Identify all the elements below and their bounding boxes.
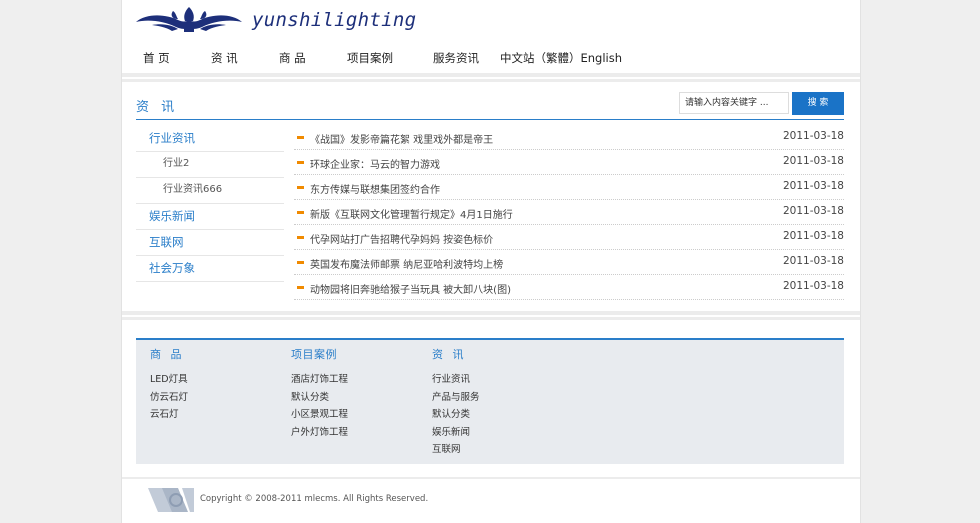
- bullet-icon: [297, 211, 304, 214]
- list-item: 环球企业家：马云的智力游戏 2011-03-18: [294, 150, 844, 175]
- article-list: 《战国》发影帝篇花絮 戏里戏外都是帝王 2011-03-18 环球企业家：马云的…: [294, 125, 844, 300]
- list-item: 英国发布魔法师邮票 纳尼亚哈利波特均上榜 2011-03-18: [294, 250, 844, 275]
- search-input[interactable]: 请输入内容关键字 ...: [679, 92, 789, 114]
- article-title-link[interactable]: 代孕网站打广告招聘代孕妈妈 按姿色标价: [310, 231, 493, 246]
- divider: [122, 311, 860, 315]
- bullet-icon: [297, 186, 304, 189]
- article-title-link[interactable]: 新版《互联网文化管理暂行规定》4月1日施行: [310, 206, 513, 221]
- footer-link[interactable]: 互联网: [432, 441, 480, 459]
- site-logo[interactable]: yunshilighting: [134, 5, 416, 35]
- nav-home[interactable]: 首 页: [143, 50, 170, 66]
- footer-link[interactable]: 娱乐新闻: [432, 424, 480, 442]
- footer-link[interactable]: 默认分类: [432, 406, 480, 424]
- nav-services[interactable]: 服务资讯: [433, 50, 479, 66]
- divider: [122, 73, 860, 77]
- sidebar-item[interactable]: 社会万象: [136, 256, 284, 282]
- article-date: 2011-03-18: [782, 155, 844, 167]
- nav-projects[interactable]: 项目案例: [347, 50, 393, 66]
- article-title-link[interactable]: 环球企业家：马云的智力游戏: [310, 156, 440, 171]
- article-date: 2011-03-18: [782, 280, 844, 292]
- footer-column-news: 资 讯 行业资讯 产品与服务 默认分类 娱乐新闻 互联网: [432, 346, 480, 459]
- footer-column-projects: 项目案例 酒店灯饰工程 默认分类 小区景观工程 户外灯饰工程: [291, 346, 348, 441]
- bullet-icon: [297, 261, 304, 264]
- divider: [122, 79, 860, 82]
- footer-link[interactable]: 小区景观工程: [291, 406, 348, 424]
- list-item: 动物园将旧奔驰给猴子当玩具 被大卸八块(图) 2011-03-18: [294, 275, 844, 300]
- sidebar-subitem[interactable]: 行业资讯666: [136, 178, 284, 204]
- list-item: 《战国》发影帝篇花絮 戏里戏外都是帝王 2011-03-18: [294, 125, 844, 150]
- footer-column-title: 项目案例: [291, 348, 337, 361]
- nav-news[interactable]: 资 讯: [211, 50, 238, 66]
- article-date: 2011-03-18: [782, 180, 844, 192]
- footer-column-title: 资 讯: [432, 348, 467, 361]
- footer-links: 商 品 LED灯具 仿云石灯 云石灯 项目案例 酒店灯饰工程 默认分类 小区景观…: [136, 338, 844, 464]
- category-sidebar: 行业资讯 行业2 行业资讯666 娱乐新闻 互联网 社会万象: [136, 126, 284, 282]
- footer-link[interactable]: 户外灯饰工程: [291, 424, 348, 442]
- page-container: yunshilighting 首 页 资 讯 商 品 项目案例 服务资讯 中文站…: [121, 0, 861, 523]
- divider: [122, 317, 860, 320]
- sidebar-subitem[interactable]: 行业2: [136, 152, 284, 178]
- article-date: 2011-03-18: [782, 230, 844, 242]
- bullet-icon: [297, 136, 304, 139]
- nav-products[interactable]: 商 品: [279, 50, 306, 66]
- sidebar-item[interactable]: 行业资讯: [136, 126, 284, 152]
- brand-name: yunshilighting: [252, 9, 417, 31]
- section-title: 资 讯: [136, 100, 179, 115]
- footer-link[interactable]: 行业资讯: [432, 371, 480, 389]
- article-title-link[interactable]: 《战国》发影帝篇花絮 戏里戏外都是帝王: [310, 131, 493, 146]
- list-item: 东方传媒与联想集团签约合作 2011-03-18: [294, 175, 844, 200]
- search-button[interactable]: 搜 索: [792, 92, 844, 115]
- section-underline: [136, 119, 844, 120]
- footer-link[interactable]: 仿云石灯: [150, 389, 188, 407]
- article-date: 2011-03-18: [782, 255, 844, 267]
- sidebar-item[interactable]: 互联网: [136, 230, 284, 256]
- footer-link[interactable]: 云石灯: [150, 406, 188, 424]
- footer-link[interactable]: 产品与服务: [432, 389, 480, 407]
- article-date: 2011-03-18: [782, 130, 844, 142]
- bullet-icon: [297, 236, 304, 239]
- fleur-de-lis-logo-icon: [136, 7, 242, 32]
- sidebar-item[interactable]: 娱乐新闻: [136, 204, 284, 230]
- list-item: 代孕网站打广告招聘代孕妈妈 按姿色标价 2011-03-18: [294, 225, 844, 250]
- footer-link[interactable]: 酒店灯饰工程: [291, 371, 348, 389]
- footer-link[interactable]: 默认分类: [291, 389, 348, 407]
- footer-column-title: 商 品: [150, 348, 185, 361]
- bullet-icon: [297, 286, 304, 289]
- article-title-link[interactable]: 动物园将旧奔驰给猴子当玩具 被大卸八块(图): [310, 281, 511, 296]
- article-title-link[interactable]: 东方传媒与联想集团签约合作: [310, 181, 440, 196]
- article-title-link[interactable]: 英国发布魔法师邮票 纳尼亚哈利波特均上榜: [310, 256, 503, 271]
- list-item: 新版《互联网文化管理暂行规定》4月1日施行 2011-03-18: [294, 200, 844, 225]
- footer-link[interactable]: LED灯具: [150, 371, 188, 389]
- copyright-text: Copyright © 2008-2011 mlecms. All Rights…: [200, 494, 429, 504]
- company-logo-icon: [148, 488, 194, 512]
- article-date: 2011-03-18: [782, 205, 844, 217]
- nav-language[interactable]: 中文站（繁體）English: [500, 50, 622, 66]
- bullet-icon: [297, 161, 304, 164]
- divider: [122, 477, 860, 479]
- main-nav: 首 页 资 讯 商 品 项目案例 服务资讯 中文站（繁體）English: [122, 44, 860, 72]
- footer-column-products: 商 品 LED灯具 仿云石灯 云石灯: [150, 346, 188, 424]
- footer-logo: [148, 486, 196, 519]
